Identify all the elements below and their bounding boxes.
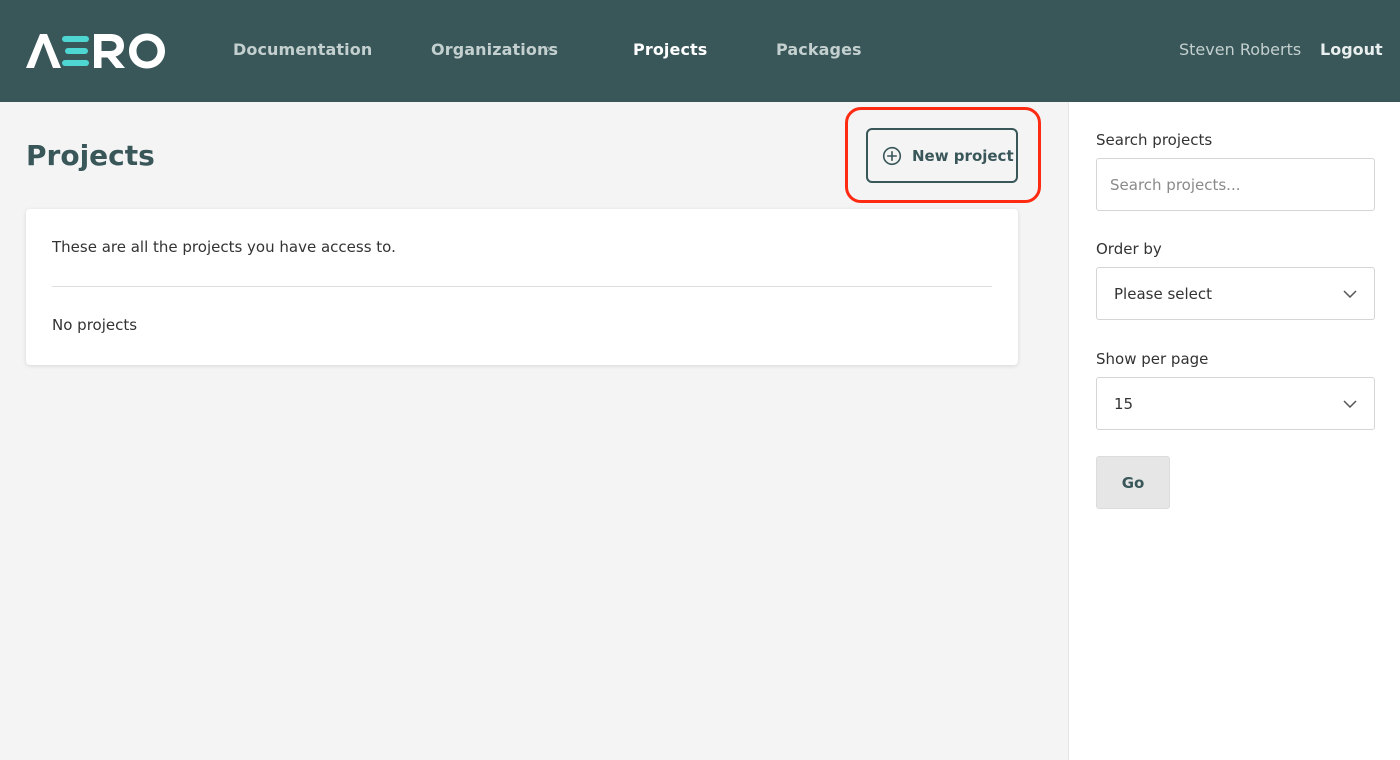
top-navigation-bar: Documentation Organizations › Projects P… [0, 0, 1400, 102]
filter-sidebar: Search projects Order by Please select S… [1068, 102, 1400, 760]
new-project-label: New project [912, 146, 1014, 165]
search-input[interactable] [1096, 158, 1375, 211]
search-label: Search projects [1096, 131, 1213, 149]
nav-projects[interactable]: Projects [633, 40, 707, 60]
go-button[interactable]: Go [1096, 456, 1170, 509]
aero-logo[interactable] [26, 33, 166, 69]
order-by-value: Please select [1114, 284, 1213, 303]
page-title: Projects [26, 139, 155, 172]
nav-packages[interactable]: Packages [776, 40, 862, 60]
per-page-label: Show per page [1096, 350, 1209, 368]
nav-documentation[interactable]: Documentation [233, 40, 372, 60]
chevron-down-icon [1343, 289, 1357, 298]
projects-card: These are all the projects you have acce… [26, 209, 1018, 365]
user-name[interactable]: Steven Roberts [1179, 40, 1301, 60]
nav-organizations[interactable]: Organizations [431, 40, 558, 60]
per-page-value: 15 [1114, 394, 1134, 413]
plus-circle-icon [882, 146, 902, 165]
chevron-down-icon [1343, 399, 1357, 408]
order-by-select[interactable]: Please select [1096, 267, 1375, 320]
chevron-right-icon: › [546, 42, 552, 57]
logout-link[interactable]: Logout [1320, 40, 1383, 60]
divider [52, 286, 992, 287]
order-by-label: Order by [1096, 240, 1162, 258]
projects-intro-text: These are all the projects you have acce… [52, 238, 396, 256]
new-project-button[interactable]: New project [866, 128, 1018, 183]
per-page-select[interactable]: 15 [1096, 377, 1375, 430]
empty-state-text: No projects [52, 316, 138, 334]
